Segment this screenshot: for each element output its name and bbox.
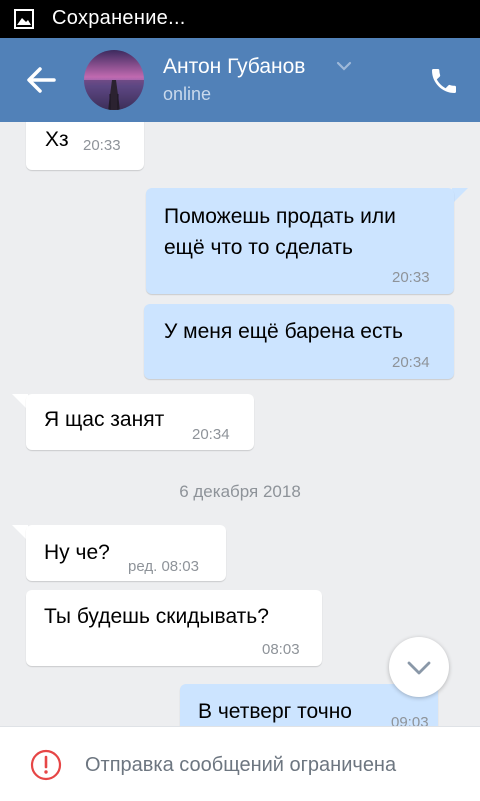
- contact-status: online: [163, 84, 212, 104]
- chevron-down-icon: [407, 661, 431, 675]
- message-time: 20:34: [392, 354, 430, 371]
- message-bubble[interactable]: Хз 20:33: [26, 122, 144, 170]
- message-time: 09:03: [391, 714, 429, 726]
- back-button[interactable]: [24, 64, 60, 96]
- scroll-down-button[interactable]: [389, 637, 449, 697]
- message-list[interactable]: Хз 20:33 Поможешь продать или ещё что то…: [0, 122, 480, 726]
- contact-name[interactable]: Антон Губанов: [163, 55, 305, 79]
- image-icon: [14, 9, 34, 29]
- status-text: Сохранение...: [52, 7, 186, 29]
- status-bar: Сохранение...: [0, 0, 480, 38]
- message-text: Я щас занят: [44, 408, 165, 431]
- message-text: У меня ещё барена есть: [164, 320, 403, 343]
- phone-icon: [432, 69, 456, 93]
- message-bubble[interactable]: Ну че? ред. 08:03: [26, 525, 226, 581]
- bubble-tail: [452, 188, 468, 204]
- avatar[interactable]: [84, 50, 144, 110]
- message-time: 20:33: [392, 269, 430, 286]
- restriction-notice: Отправка сообщений ограничена: [85, 754, 397, 776]
- message-text: Поможешь продать или: [164, 205, 396, 228]
- message-text: ещё что то сделать: [164, 236, 353, 259]
- send-restriction-bar: Отправка сообщений ограничена: [0, 726, 480, 801]
- message-bubble[interactable]: Ты будешь скидывать? 08:03: [26, 590, 322, 666]
- date-separator: 6 декабря 2018: [179, 482, 301, 501]
- message-time: 20:33: [83, 137, 121, 154]
- alert-circle-icon: [30, 749, 62, 781]
- message-bubble[interactable]: Поможешь продать или ещё что то сделать …: [146, 188, 454, 294]
- message-text: Хз: [45, 128, 69, 151]
- message-text: Ты будешь скидывать?: [44, 605, 269, 628]
- message-text: Ну че?: [44, 541, 110, 564]
- message-bubble[interactable]: У меня ещё барена есть 20:34: [144, 304, 454, 379]
- message-time: 08:03: [262, 641, 300, 658]
- arrow-left-icon: [27, 67, 56, 93]
- chevron-down-icon[interactable]: [336, 60, 352, 72]
- message-bubble[interactable]: Я щас занят 20:34: [26, 394, 254, 450]
- message-time: 20:34: [192, 426, 230, 443]
- message-text: В четверг точно: [198, 700, 352, 723]
- chat-header: Антон Губанов online: [0, 38, 480, 122]
- call-button[interactable]: [428, 65, 460, 97]
- message-time: ред. 08:03: [128, 558, 199, 575]
